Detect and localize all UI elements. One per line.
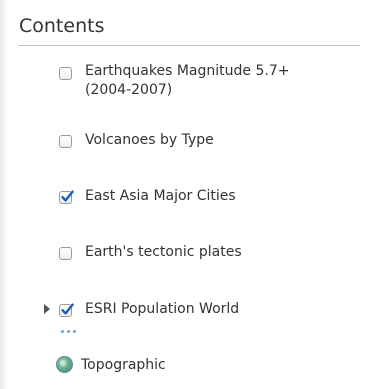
layer-checkbox-earthquakes[interactable] [59, 67, 72, 80]
checkmark-icon [61, 303, 74, 315]
layer-label-earthquakes-line2: (2004-2007) [85, 82, 173, 98]
checkmark-icon [61, 190, 74, 202]
contents-panel: Contents Earthquakes Magnitude 5.7+ (200… [0, 0, 369, 389]
layer-label-volcanoes[interactable]: Volcanoes by Type [85, 131, 214, 150]
panel-title: Contents [19, 15, 105, 37]
title-divider [19, 45, 360, 46]
globe-icon [56, 356, 73, 373]
expand-arrow-icon[interactable] [44, 304, 50, 314]
layer-label-population-world[interactable]: ESRI Population World [85, 300, 239, 319]
layer-label-east-asia-cities[interactable]: East Asia Major Cities [85, 187, 236, 206]
layer-checkbox-volcanoes[interactable] [59, 135, 72, 148]
layer-label-earthquakes-line1: Earthquakes Magnitude 5.7+ [85, 63, 290, 79]
layer-checkbox-tectonic-plates[interactable] [59, 247, 72, 260]
layer-label-earthquakes[interactable]: Earthquakes Magnitude 5.7+ (2004-2007) [85, 62, 289, 100]
basemap-label[interactable]: Topographic [81, 356, 166, 375]
panel-edge-shadow [0, 0, 8, 389]
layer-checkbox-population-world[interactable] [59, 303, 74, 317]
layer-label-tectonic-plates[interactable]: Earth's tectonic plates [85, 243, 242, 262]
more-options-icon[interactable] [61, 330, 76, 333]
layer-checkbox-east-asia-cities[interactable] [59, 190, 74, 204]
